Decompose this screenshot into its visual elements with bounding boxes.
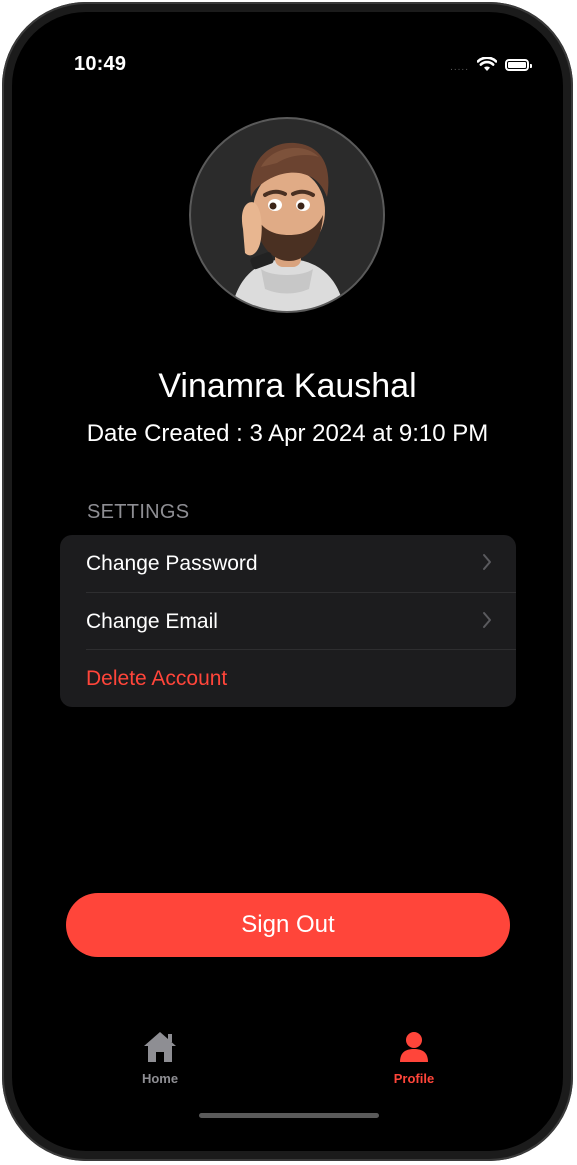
delete-account-row[interactable]: Delete Account (60, 650, 516, 707)
status-time: 10:49 (74, 53, 127, 75)
person-icon (400, 1032, 428, 1062)
change-email-row[interactable]: Change Email (60, 593, 516, 650)
settings-section-header: SETTINGS (87, 501, 190, 523)
tab-home-label: Home (141, 1071, 179, 1086)
home-indicator (199, 1113, 379, 1118)
tab-profile-label: Profile (393, 1071, 435, 1086)
settings-list: Change Password Change Email Delete Acco… (60, 535, 516, 707)
battery-icon (505, 58, 532, 71)
wifi-icon (477, 57, 497, 71)
change-password-row[interactable]: Change Password (60, 535, 516, 592)
tab-profile[interactable]: Profile (374, 1030, 454, 1086)
memoji-avatar-icon (231, 142, 345, 311)
screen: 10:49 ..... Vinamra Kaushal Date Created… (12, 12, 563, 1151)
change-email-label: Change Email (86, 609, 218, 633)
avatar[interactable] (189, 117, 385, 313)
tab-home[interactable]: Home (120, 1030, 200, 1086)
date-created: Date Created : 3 Apr 2024 at 9:10 PM (86, 420, 489, 447)
change-password-label: Change Password (86, 551, 258, 575)
status-icons: ..... (450, 56, 532, 73)
delete-account-label: Delete Account (86, 666, 228, 690)
user-name: Vinamra Kaushal (158, 367, 417, 405)
signal-icon: ..... (450, 62, 469, 73)
sign-out-button[interactable]: Sign Out (66, 893, 510, 957)
chevron-right-icon (483, 554, 491, 570)
device-frame: 10:49 ..... Vinamra Kaushal Date Created… (2, 2, 573, 1161)
chevron-right-icon (483, 612, 491, 628)
house-icon (144, 1032, 176, 1062)
